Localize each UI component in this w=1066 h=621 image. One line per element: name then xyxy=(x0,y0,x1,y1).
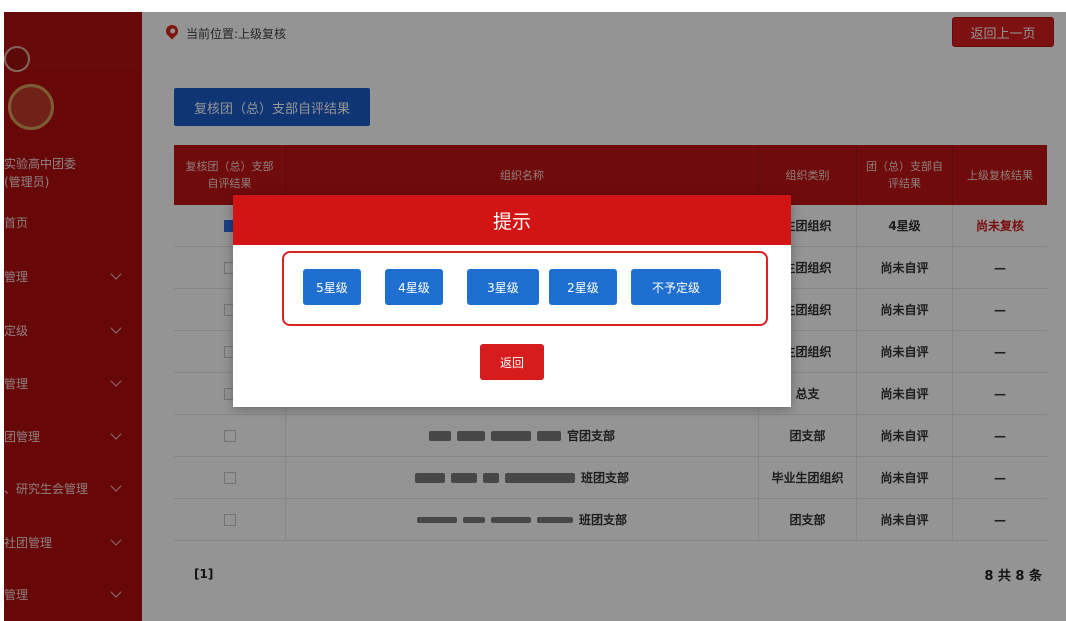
dialog-back-button[interactable]: 返回 xyxy=(480,344,544,380)
page: 实验高中团委 (管理员) 首页 管理 定级 管理 团管理 、研究生会管理 社团管… xyxy=(0,0,1066,621)
no-rating-button[interactable]: 不予定级 xyxy=(631,269,721,305)
dialog-title: 提示 xyxy=(233,195,791,245)
rating-dialog: 提示 5星级 4星级 3星级 2星级 不予定级 返回 xyxy=(233,195,791,407)
rating-2-star-button[interactable]: 2星级 xyxy=(549,269,617,305)
rating-4-star-button[interactable]: 4星级 xyxy=(385,269,443,305)
rating-5-star-button[interactable]: 5星级 xyxy=(303,269,361,305)
rating-3-star-button[interactable]: 3星级 xyxy=(467,269,539,305)
